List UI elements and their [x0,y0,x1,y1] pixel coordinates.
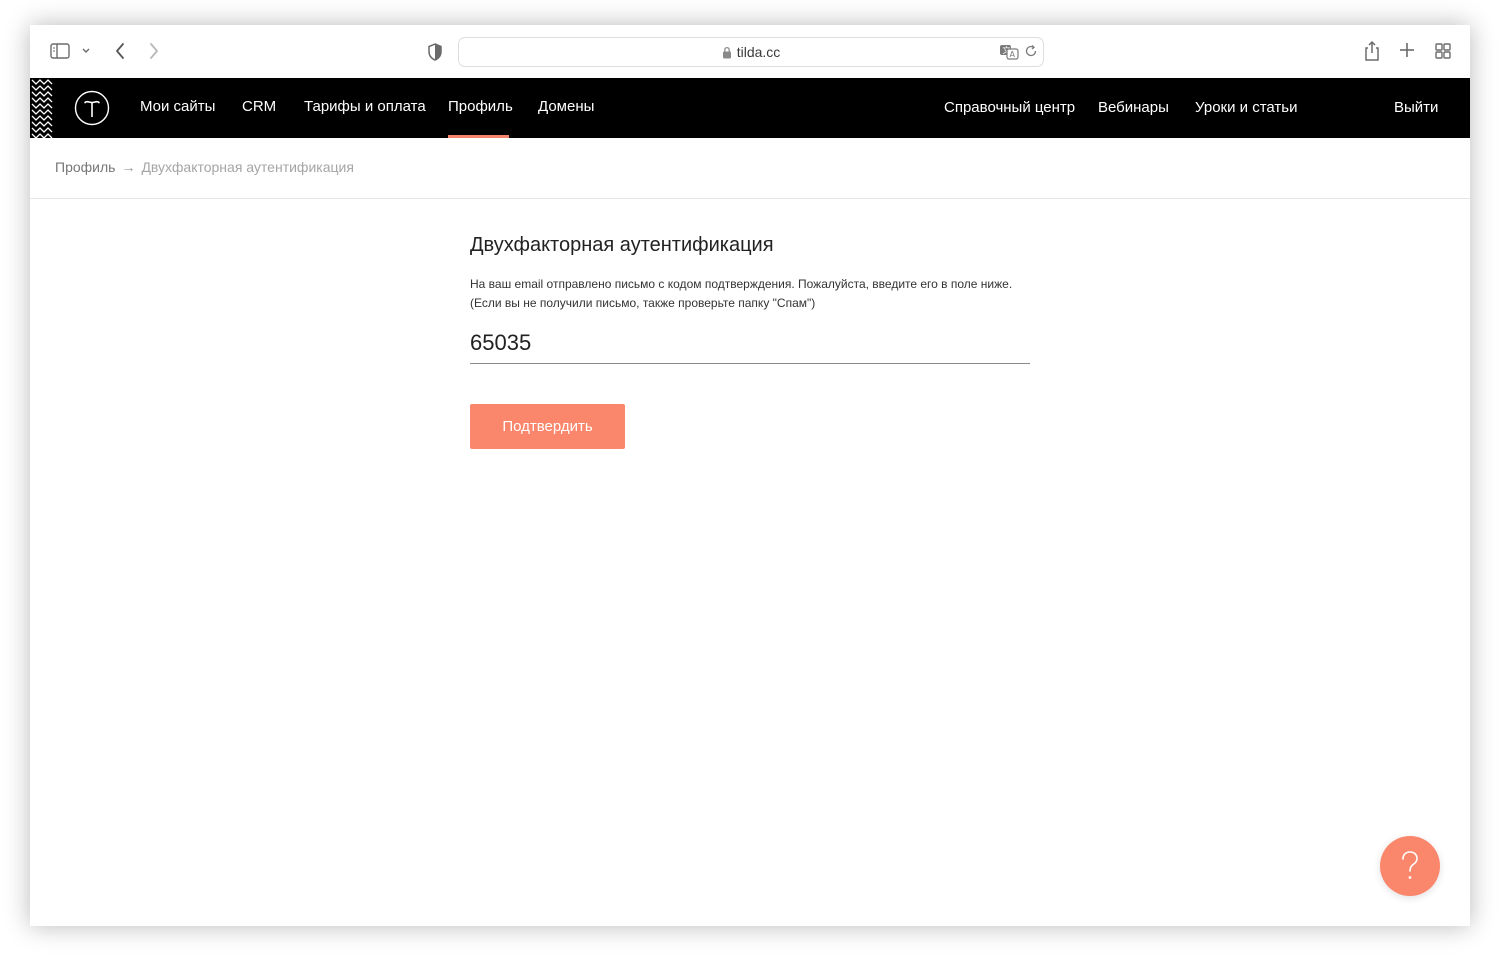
share-icon[interactable] [1362,39,1382,63]
nav-webinars[interactable]: Вебинары [1098,79,1169,139]
chevron-right-icon[interactable] [146,40,162,62]
breadcrumb-current: Двухфакторная аутентификация [141,159,354,175]
nav-domains[interactable]: Домены [538,78,594,138]
chevron-down-icon[interactable] [80,45,92,57]
help-button[interactable] [1380,836,1440,896]
description-line-1: На ваш email отправлено письмо с кодом п… [470,277,1013,291]
code-input[interactable] [470,323,1030,364]
sidebar-icon[interactable] [50,42,70,60]
form-description: На ваш email отправлено письмо с кодом п… [470,275,1030,313]
description-line-2: (Если вы не получили письмо, также прове… [470,296,816,310]
reload-icon[interactable] [1024,44,1038,58]
address-bar[interactable]: tilda.cc 文A [458,37,1044,67]
svg-text:A: A [1010,50,1016,59]
two-factor-form: Двухфакторная аутентификация На ваш emai… [470,225,1030,449]
page-title: Двухфакторная аутентификация [470,234,774,256]
confirm-button[interactable]: Подтвердить [470,404,625,449]
site-header: Мои сайты CRM Тарифы и оплата Профиль До… [30,78,1470,138]
nav-lessons[interactable]: Уроки и статьи [1195,79,1297,139]
lock-icon [722,46,732,59]
nav-my-sites[interactable]: Мои сайты [140,78,215,138]
breadcrumb-arrow-icon: → [121,159,136,175]
breadcrumb-bar: Профиль → Двухфакторная аутентификация [30,138,1470,199]
question-mark-icon [1402,851,1418,879]
nav-help-center[interactable]: Справочный центр [944,79,1075,139]
nav-profile[interactable]: Профиль [448,78,513,138]
breadcrumb: Профиль → Двухфакторная аутентификация [55,138,354,198]
nav-crm[interactable]: CRM [242,78,276,138]
zigzag-pattern-icon [31,79,53,138]
breadcrumb-profile-link[interactable]: Профиль [55,159,115,175]
chevron-left-icon[interactable] [112,40,128,62]
nav-tariffs[interactable]: Тарифы и оплата [304,78,426,138]
plus-icon[interactable] [1398,41,1416,59]
shield-icon[interactable] [426,42,444,62]
tab-overview-icon[interactable] [1434,42,1452,60]
browser-window: tilda.cc 文A [30,25,1470,926]
browser-toolbar: tilda.cc 文A [30,25,1470,78]
tilda-logo-icon[interactable] [74,90,110,126]
url-text: tilda.cc [736,44,781,60]
translate-icon[interactable]: 文A [999,43,1019,61]
logout-link[interactable]: Выйти [1394,79,1438,139]
